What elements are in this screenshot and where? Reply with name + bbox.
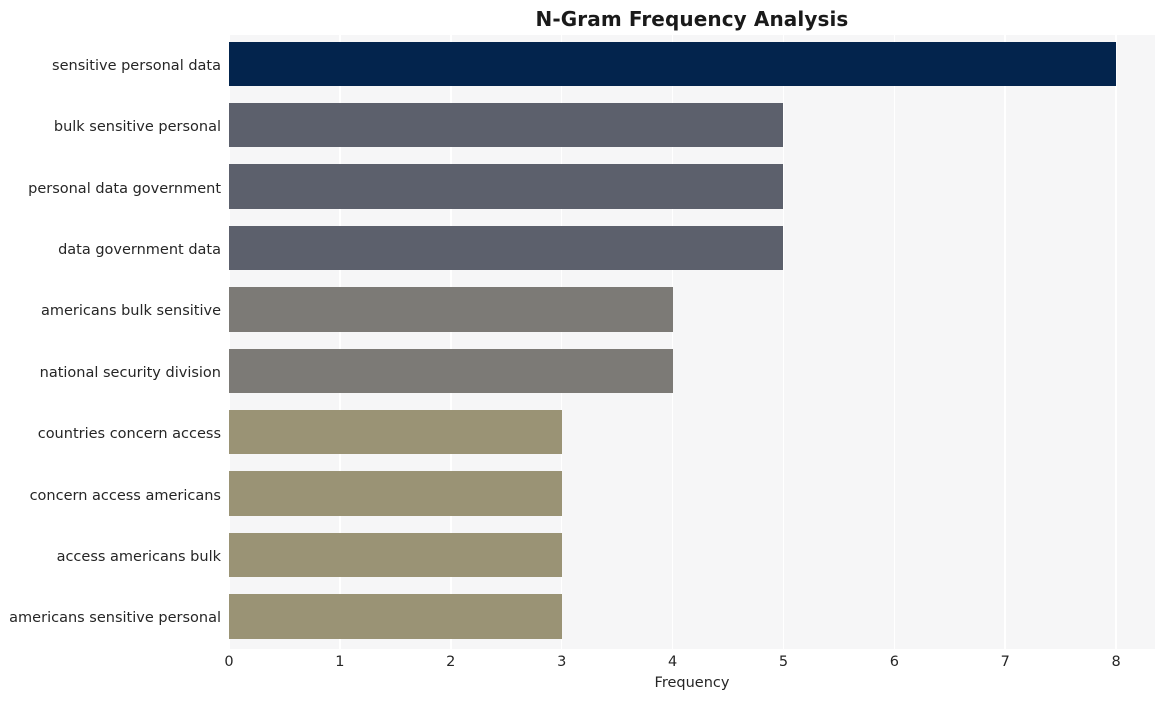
y-tick-label: concern access americans: [29, 487, 221, 504]
bar[interactable]: [229, 287, 673, 332]
bar-row: [229, 158, 1155, 219]
x-tick-label: 6: [889, 654, 899, 670]
x-tick-label: 7: [1000, 654, 1010, 670]
bar-row: [229, 465, 1155, 526]
bar-row: [229, 281, 1155, 342]
bar[interactable]: [229, 532, 562, 578]
bar-row: [229, 219, 1155, 280]
bars-layer: [229, 35, 1155, 649]
y-axis-tick-labels: sensitive personal data bulk sensitive pe…: [0, 35, 229, 649]
bar[interactable]: [229, 348, 673, 393]
y-tick-label: bulk sensitive personal: [53, 119, 221, 136]
bar[interactable]: [229, 41, 1117, 86]
chart-title: N-Gram Frequency Analysis: [535, 7, 849, 31]
x-axis-title: Frequency: [654, 675, 730, 691]
y-tick-label: sensitive personal data: [52, 57, 221, 74]
bar-row: [229, 96, 1155, 157]
y-tick-label: data government data: [58, 241, 221, 258]
x-tick-label: 2: [446, 654, 456, 670]
x-tick-label: 4: [667, 654, 678, 670]
bar[interactable]: [229, 225, 784, 271]
chart-figure: N-Gram Frequency Analysis sensitive pers…: [0, 0, 1169, 701]
bar-row: [229, 526, 1155, 587]
bar[interactable]: [229, 164, 784, 209]
y-tick-label: national security division: [39, 364, 221, 381]
x-tick-label: 1: [335, 654, 345, 670]
plot-area: [228, 35, 1155, 649]
bar-row: [229, 403, 1155, 464]
bar[interactable]: [229, 594, 562, 639]
bar-row: [229, 588, 1155, 649]
y-tick-label: personal data government: [28, 180, 221, 197]
bar[interactable]: [229, 471, 562, 516]
bar[interactable]: [229, 409, 562, 455]
x-tick-label: 8: [1111, 654, 1121, 670]
bar[interactable]: [229, 102, 784, 148]
y-tick-label: access americans bulk: [56, 548, 221, 565]
y-tick-label: americans sensitive personal: [9, 610, 221, 627]
x-tick-label: 0: [224, 654, 234, 670]
y-tick-label: countries concern access: [37, 426, 221, 443]
bar-row: [229, 35, 1155, 96]
y-tick-label: americans bulk sensitive: [40, 303, 221, 320]
bar-row: [229, 342, 1155, 403]
x-tick-label: 5: [778, 654, 789, 670]
x-tick-label: 3: [557, 654, 567, 670]
